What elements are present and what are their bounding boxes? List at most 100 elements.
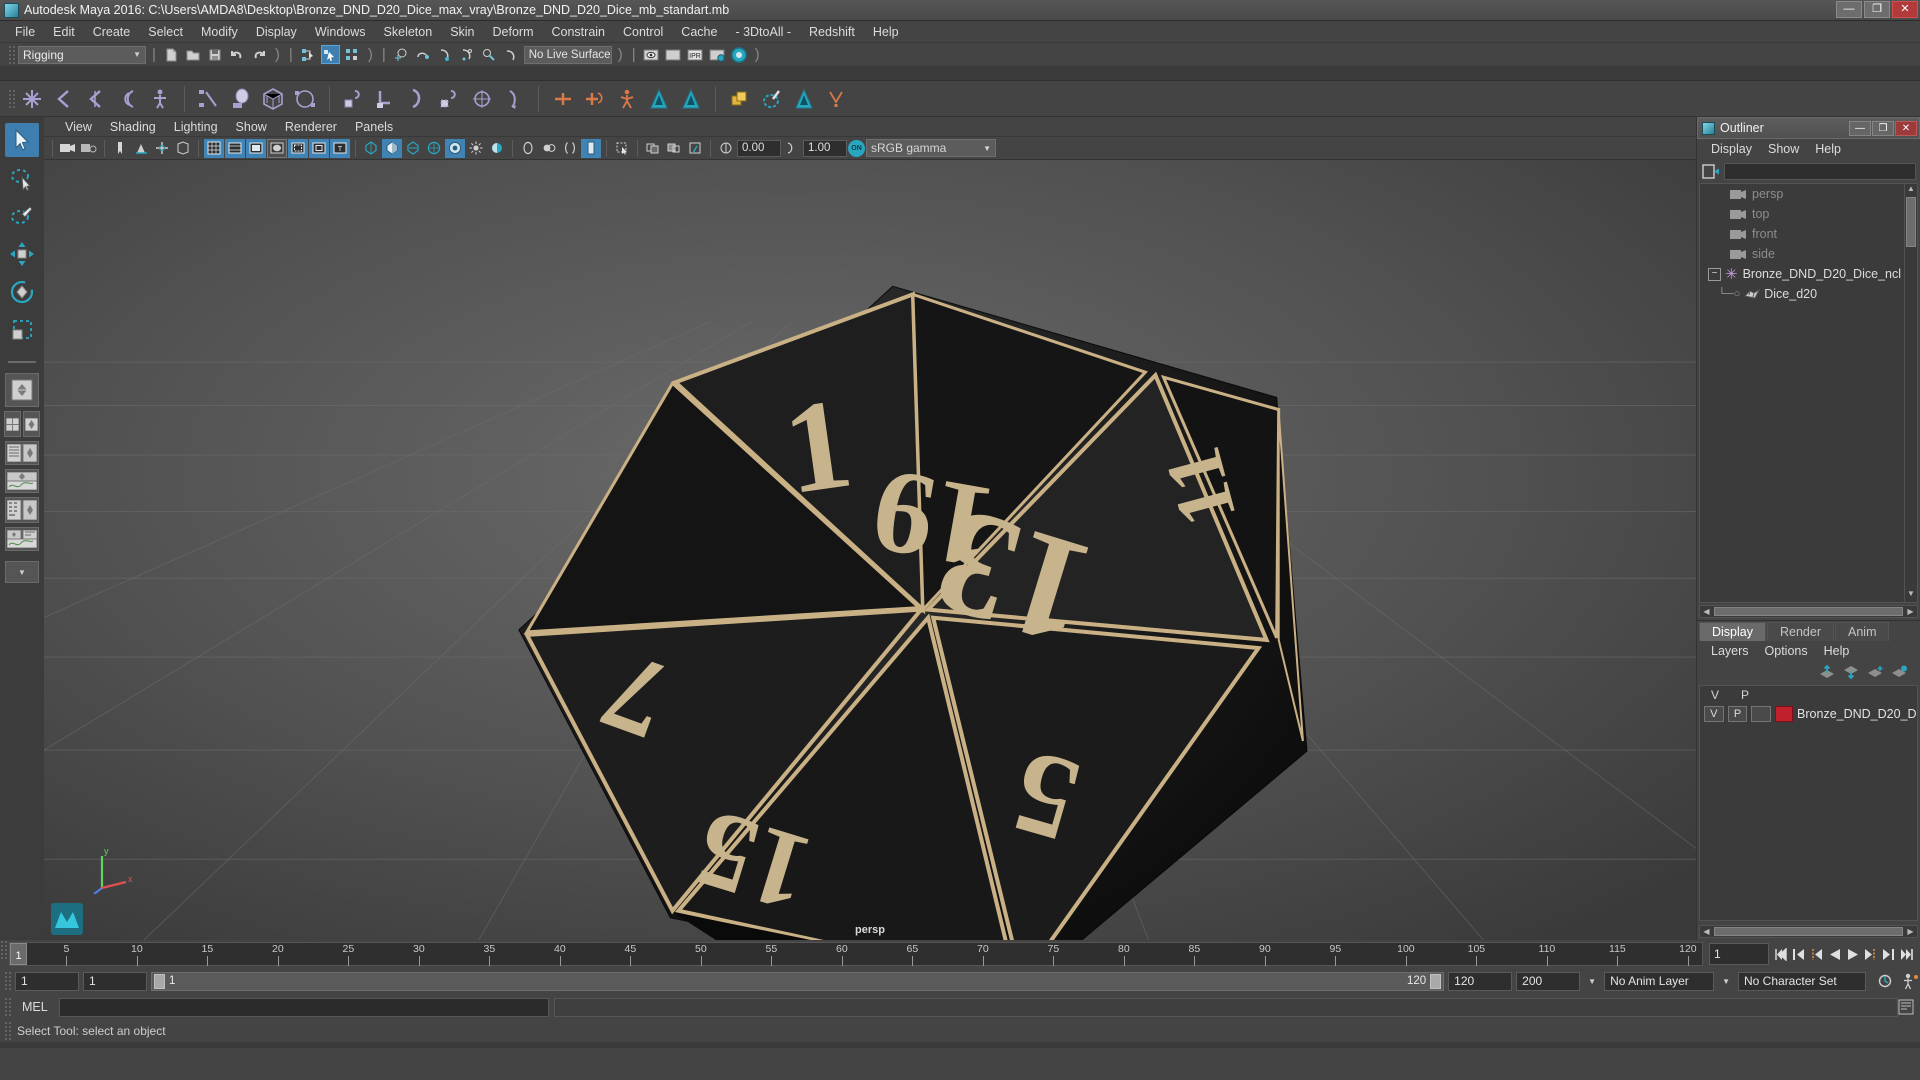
menu-item-3dtoall[interactable]: - 3DtoAll - [726,23,800,41]
minimize-button[interactable]: — [1836,1,1862,18]
range-end-handle[interactable] [1430,973,1442,989]
menu-set-dropdown[interactable]: Rigging ▼ [18,45,146,64]
cluster-icon[interactable] [725,84,755,114]
menu-item-cache[interactable]: Cache [672,23,726,41]
layout-more[interactable]: ▼ [5,561,39,583]
field-chart-icon[interactable] [267,138,287,158]
joint-tool-icon[interactable] [17,84,47,114]
current-frame-field[interactable]: 1 [1709,943,1769,965]
layer-visible-toggle[interactable]: V [1704,706,1724,722]
window-controls[interactable]: — ❐ ✕ [1836,1,1918,18]
deform-wrap-icon[interactable] [644,84,674,114]
wire-icon[interactable] [789,84,819,114]
redo-icon[interactable] [250,45,269,64]
isolate-select-icon[interactable] [581,138,601,158]
copy-weights-icon[interactable] [499,84,529,114]
menu-item-file[interactable]: File [6,23,44,41]
rotate-tool[interactable] [5,275,39,309]
layer-state-toggle[interactable] [1751,706,1772,722]
tab-render[interactable]: Render [1767,622,1834,641]
maximize-button[interactable]: ❐ [1864,1,1890,18]
deform-blend-icon[interactable] [676,84,706,114]
layer-menu-options[interactable]: Options [1757,644,1816,658]
scroll-right-icon[interactable]: ▶ [1904,607,1917,616]
viewport-menu-view[interactable]: View [56,119,101,135]
new-scene-icon[interactable] [162,45,181,64]
image-plane-icon[interactable] [131,139,151,158]
open-scene-icon[interactable] [184,45,203,64]
menu-item-deform[interactable]: Deform [484,23,543,41]
view-transform-toggle[interactable]: ON [848,139,865,157]
character-set-icon[interactable] [1902,972,1920,990]
new-layer-from-selected-icon[interactable] [1891,665,1908,679]
animation-start-field[interactable]: 1 [15,971,79,991]
outliner-maximize-button[interactable]: ❐ [1872,120,1894,136]
outliner-vertical-scrollbar[interactable]: ▲ ▼ [1904,184,1917,602]
ipr-render-icon[interactable]: IPR [686,45,705,64]
scroll-down-icon[interactable]: ▼ [1905,589,1917,602]
grid-toggle-icon[interactable] [173,139,193,158]
play-backwards-icon[interactable] [1827,946,1842,962]
safe-action-icon[interactable] [288,138,308,158]
snap-view-plane-icon[interactable] [480,45,499,64]
persp-graph-layout[interactable] [5,441,39,465]
anim-layer-dropdown[interactable]: No Anim Layer [1604,971,1715,991]
character-set-dropdown[interactable]: No Character Set [1738,971,1866,991]
outliner-item-front[interactable]: front [1700,224,1917,244]
detach-skin-icon[interactable] [371,84,401,114]
animation-preferences-icon[interactable] [1876,972,1894,990]
range-start-field[interactable]: 1 [83,971,147,991]
menu-item-display[interactable]: Display [247,23,306,41]
toggle-hypershade-icon[interactable] [730,45,749,64]
move-layer-down-icon[interactable] [1843,665,1860,679]
command-input[interactable] [58,997,549,1017]
scale-tool[interactable] [5,313,39,347]
scroll-thumb[interactable] [1714,607,1903,616]
bookmarks-icon[interactable] [110,139,130,158]
select-component-icon[interactable] [343,45,362,64]
script-editor-icon[interactable] [1898,999,1914,1015]
menu-item-windows[interactable]: Windows [306,23,375,41]
close-button[interactable]: ✕ [1892,1,1918,18]
outliner-window-buttons[interactable]: — ❐ ✕ [1849,120,1919,136]
range-grip[interactable] [4,971,11,991]
text-overlay-icon[interactable]: T [330,138,350,158]
xray-joints-icon[interactable] [643,139,663,158]
outliner-item-top[interactable]: top [1700,204,1917,224]
xray-active-components-icon[interactable] [664,139,684,158]
menu-item-constrain[interactable]: Constrain [543,23,615,41]
render-settings-icon[interactable] [708,45,727,64]
step-back-frame-icon[interactable] [1809,946,1824,962]
constraint-parent-icon[interactable] [548,84,578,114]
outliner-item-group[interactable]: − ✳ Bronze_DND_D20_Dice_ncl [1700,264,1917,284]
menu-item-skin[interactable]: Skin [441,23,483,41]
select-camera-icon[interactable] [58,139,78,158]
skeleton-graph-icon[interactable] [194,84,224,114]
exposure-field[interactable]: 0.00 [737,139,781,157]
paint-weights-icon[interactable] [403,84,433,114]
outliner-tree[interactable]: persp top front side − ✳ Bronze_DND_D20_… [1699,183,1918,603]
viewport-menu-panels[interactable]: Panels [346,119,402,135]
soft-mod-icon[interactable] [821,84,851,114]
outliner-item-mesh[interactable]: └─○ Dice_d20 [1700,284,1917,304]
viewport-snapshot-icon[interactable] [685,139,705,158]
help-grip[interactable] [4,1021,11,1041]
outliner-minimize-button[interactable]: — [1849,120,1871,136]
ik-handle-icon[interactable] [49,84,79,114]
outliner-close-button[interactable]: ✕ [1895,120,1917,136]
bind-skin-icon[interactable] [339,84,369,114]
flat-shade-icon[interactable] [403,139,423,158]
outliner-expander-icon[interactable]: − [1708,267,1721,281]
menu-item-select[interactable]: Select [139,23,192,41]
outliner-menu-help[interactable]: Help [1807,142,1849,156]
lasso-select-tool[interactable] [5,161,39,195]
2d-pan-zoom-icon[interactable] [152,139,172,158]
film-gate-icon[interactable] [204,138,224,158]
gamma-field[interactable]: 1.00 [803,139,847,157]
display-layer-list[interactable]: V P V P Bronze_DND_D20_Dice [1699,685,1918,921]
scroll-up-icon[interactable]: ▲ [1905,184,1917,197]
constraint-point-icon[interactable] [580,84,610,114]
snap-grid-icon[interactable] [392,45,411,64]
single-perspective-layout[interactable] [5,373,39,407]
command-language-label[interactable]: MEL [16,1000,54,1014]
